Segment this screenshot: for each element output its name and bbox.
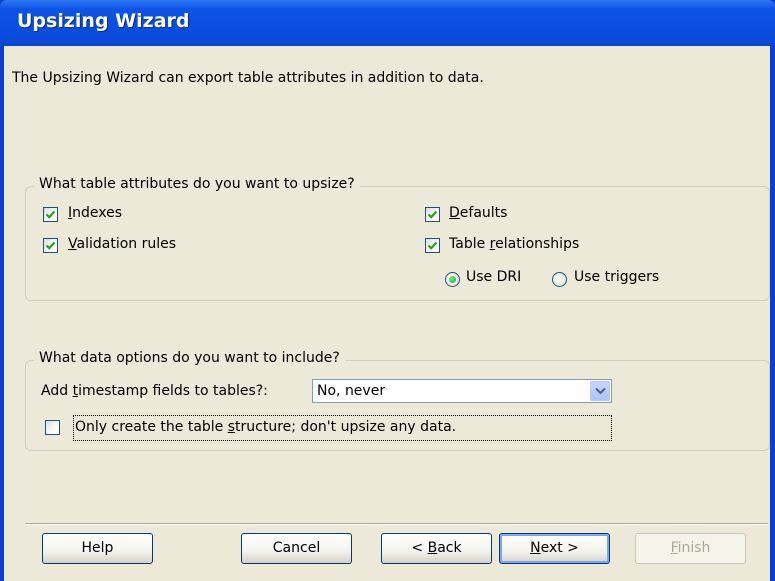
use-dri-label[interactable]: Use DRI [466, 269, 521, 285]
help-button[interactable]: Help [42, 533, 153, 564]
use-dri-radio[interactable] [445, 272, 460, 287]
check-icon [427, 210, 438, 219]
dialog-body: The Upsizing Wizard can export table att… [4, 46, 770, 581]
check-icon [45, 241, 56, 250]
table-relationships-label[interactable]: Table relationships [449, 236, 579, 252]
use-triggers-label[interactable]: Use triggers [574, 269, 659, 285]
defaults-label[interactable]: Defaults [449, 205, 507, 221]
attributes-group-caption: What table attributes do you want to ups… [34, 176, 360, 192]
structure-only-label[interactable]: Only create the table structure; don't u… [75, 419, 456, 435]
radio-selected-dot [449, 276, 456, 283]
finish-button[interactable]: Finish [635, 533, 746, 564]
indexes-checkbox[interactable] [43, 207, 58, 222]
dropdown-button[interactable] [590, 381, 610, 401]
separator [25, 523, 768, 525]
table-relationships-checkbox[interactable] [425, 238, 440, 253]
structure-only-checkbox[interactable] [45, 420, 60, 435]
check-icon [427, 241, 438, 250]
back-button[interactable]: < Back [381, 533, 492, 564]
data-options-group-caption: What data options do you want to include… [34, 350, 345, 366]
check-icon [45, 210, 56, 219]
timestamp-select-value: No, never [317, 383, 386, 399]
upsizing-wizard-window: Upsizing Wizard The Upsizing Wizard can … [0, 0, 775, 581]
intro-text: The Upsizing Wizard can export table att… [12, 70, 484, 86]
timestamp-label: Add timestamp fields to tables?: [41, 383, 268, 399]
title-bar[interactable]: Upsizing Wizard [0, 0, 775, 46]
validation-rules-label[interactable]: Validation rules [68, 236, 176, 252]
window-title: Upsizing Wizard [17, 10, 190, 32]
next-button[interactable]: Next > [499, 533, 610, 564]
defaults-checkbox[interactable] [425, 207, 440, 222]
validation-rules-checkbox[interactable] [43, 238, 58, 253]
cancel-button[interactable]: Cancel [241, 533, 352, 564]
chevron-down-icon [595, 387, 606, 395]
use-triggers-radio[interactable] [552, 272, 567, 287]
indexes-label[interactable]: Indexes [68, 205, 122, 221]
timestamp-select[interactable]: No, never [312, 379, 612, 403]
